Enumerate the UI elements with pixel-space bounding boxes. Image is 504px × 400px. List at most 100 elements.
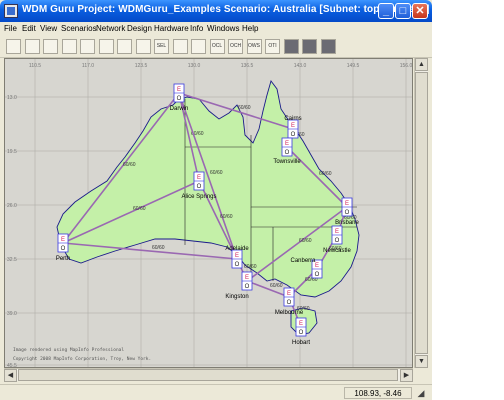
grid-label-top: 117.0 (82, 63, 94, 69)
menu-view[interactable]: View (40, 24, 57, 33)
pan-icon[interactable] (98, 39, 114, 54)
app-icon[interactable] (4, 4, 18, 18)
node-o-label: O (291, 132, 296, 138)
menu-hardware[interactable]: Hardware (154, 24, 189, 33)
horizontal-scrollbar[interactable]: ◀ ▶ (4, 368, 413, 382)
horizontal-scroll-thumb[interactable] (18, 369, 398, 381)
city-label-alice: Alice Springs (181, 194, 216, 200)
city-label-melbourne: Melbourne (275, 310, 304, 316)
grid-label-top: 130.0 (188, 63, 201, 69)
node-e-label: E (299, 321, 303, 327)
grid-label-top: 143.0 (294, 63, 307, 69)
sel-tool-icon[interactable]: SEL (154, 39, 169, 54)
menu-file[interactable]: File (4, 24, 17, 33)
grid-tool-icon[interactable] (172, 39, 188, 54)
node-e-label: E (245, 275, 249, 281)
vertical-scroll-thumb[interactable] (415, 72, 428, 354)
city-label-cairns: Cairns (284, 116, 301, 122)
grid-label-top: 123.5 (135, 63, 148, 69)
menu-info[interactable]: Info (190, 24, 203, 33)
node-o-label: O (285, 150, 290, 156)
zoom-window-icon[interactable] (61, 39, 77, 54)
menu-design[interactable]: Design (127, 24, 152, 33)
scroll-left-button[interactable]: ◀ (4, 369, 17, 382)
resize-grip-icon[interactable]: ◢ (414, 387, 428, 399)
grid-label-top: 136.5 (241, 63, 254, 69)
minimize-button[interactable]: _ (378, 3, 394, 19)
node-o-label: O (61, 246, 66, 252)
oti-tool-icon[interactable]: OTI (265, 39, 280, 54)
grid-label-left: 13.0 (7, 95, 17, 101)
node-perth[interactable]: EO Perth (56, 233, 70, 262)
close-button[interactable]: ✕ (412, 3, 428, 19)
map-canvas[interactable]: 110.5 117.0 123.5 130.0 136.5 143.0 149.5 156.0… (5, 59, 413, 368)
grid-label-left: 32.5 (7, 257, 17, 263)
export-tool-icon[interactable] (320, 39, 336, 54)
menu-scenarios[interactable]: Scenarios (61, 24, 97, 33)
node-o-label: O (335, 238, 340, 244)
scroll-down-button[interactable]: ▼ (415, 355, 428, 368)
link-tool-icon[interactable] (135, 39, 151, 54)
window-title: WDM Guru Project: WDMGuru_Examples Scena… (22, 4, 430, 15)
menu-bar: File Edit View Scenarios Network Design … (0, 22, 432, 36)
scroll-right-button[interactable]: ▶ (400, 369, 413, 382)
city-label-hobart: Hobart (292, 340, 310, 346)
link-label: 60/60 (133, 206, 146, 212)
vertical-scrollbar[interactable]: ▲ ▼ (414, 58, 428, 368)
city-label-canberra: Canberra (290, 258, 316, 264)
grid-label-left: 39.0 (7, 311, 17, 317)
node-kingston[interactable]: EO Kingston (225, 271, 253, 300)
link-label: 60/60 (270, 283, 283, 289)
node-e-label: E (177, 87, 181, 93)
grid-labels-left: 13.019.526.032.539.045.5 (7, 95, 17, 367)
node-o-label: O (315, 272, 320, 278)
node-e-label: E (285, 141, 289, 147)
zoom-out-icon[interactable] (43, 39, 58, 54)
app-window: WDM Guru Project: WDMGuru_Examples Scena… (0, 0, 432, 400)
scroll-up-button[interactable]: ▲ (415, 58, 428, 71)
grid-label-top: 110.5 (29, 63, 41, 69)
node-e-label: E (291, 123, 295, 129)
och-tool-icon[interactable]: OCH (228, 39, 243, 54)
city-label-newcastle: Newcastle (323, 248, 351, 254)
node-o-label: O (345, 210, 350, 216)
node-e-label: E (315, 263, 319, 269)
node-o-label: O (299, 330, 304, 336)
node-e-label: E (335, 229, 339, 235)
map-credit-line1: Image rendered using MapInfo Professiona… (13, 347, 124, 353)
map-view[interactable]: 110.5 117.0 123.5 130.0 136.5 143.0 149.5 156.0… (4, 58, 413, 368)
node-e-label: E (345, 201, 349, 207)
city-label-brisbane: Brisbane (335, 220, 359, 226)
node-e-label: E (197, 175, 201, 181)
menu-windows[interactable]: Windows (207, 24, 239, 33)
menu-help[interactable]: Help (242, 24, 258, 33)
link-label: 60/60 (299, 238, 312, 244)
title-bar[interactable]: WDM Guru Project: WDMGuru_Examples Scena… (0, 0, 432, 22)
grid-labels-top: 110.5 117.0 123.5 130.0 136.5 143.0 149.5 156.0 (29, 63, 413, 69)
node-e-label: E (61, 237, 65, 243)
layout-tool-icon[interactable] (302, 39, 317, 54)
grid-label-top: 156.0 (400, 63, 413, 69)
node-o-label: O (235, 262, 240, 268)
route-tool-icon[interactable] (191, 39, 206, 54)
ocl-tool-icon[interactable]: OCL (209, 39, 225, 54)
node-o-label: O (245, 284, 250, 290)
city-label-darwin: Darwin (170, 106, 189, 112)
map-credit-line2: Copyright 2008 MapInfo Corporation, Troy… (13, 356, 151, 362)
link-label: 60/60 (244, 264, 257, 270)
link-kingston-melbourne[interactable] (246, 280, 290, 298)
maximize-button[interactable]: □ (395, 3, 411, 19)
ows-tool-icon[interactable]: OWS (246, 39, 262, 54)
node-tool-icon[interactable] (117, 39, 132, 54)
zoom-in-icon[interactable] (24, 39, 40, 54)
node-o-label: O (287, 300, 292, 306)
node-o-label: O (177, 96, 182, 102)
node-o-label: O (197, 184, 202, 190)
menu-network[interactable]: Network (96, 24, 125, 33)
menu-edit[interactable]: Edit (22, 24, 36, 33)
grid-label-left: 26.0 (7, 203, 17, 209)
zoom-fit-icon[interactable] (80, 39, 95, 54)
select-tool-icon[interactable] (6, 39, 21, 54)
report-tool-icon[interactable] (283, 39, 299, 54)
link-label: 60/60 (210, 170, 223, 176)
